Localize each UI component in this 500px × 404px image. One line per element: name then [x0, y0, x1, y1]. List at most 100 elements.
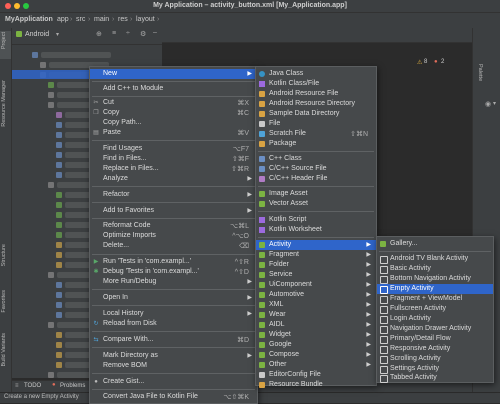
gear-icon[interactable]: ⚙	[140, 30, 146, 38]
new-menu-item-compose[interactable]: Compose ▶	[256, 350, 376, 360]
menu-item-label: Empty Activity	[390, 285, 434, 292]
new-menu-item-image-asset[interactable]: Image Asset	[256, 189, 376, 199]
build-variants-tool-tab[interactable]: Build Variants	[1, 333, 10, 367]
warning-icon[interactable]: ⚠	[417, 59, 422, 66]
activity-menu-item-fullscreen-activity[interactable]: Fullscreen Activity	[377, 304, 493, 314]
breadcrumb-item-layout[interactable]: layout	[136, 16, 155, 23]
project-view-selector[interactable]: Android	[25, 31, 49, 38]
context-menu-item-paste[interactable]: ▤ Paste ⌘V	[90, 128, 257, 138]
hide-panel-icon[interactable]: –	[153, 29, 157, 36]
breadcrumb-item-res[interactable]: res	[118, 16, 128, 23]
resource-manager-tool-tab[interactable]: Resource Manager	[1, 80, 10, 127]
context-menu-item-optimize-imports[interactable]: Optimize Imports ^⌥O	[90, 231, 257, 241]
activity-menu-item-responsive-activity[interactable]: Responsive Activity	[377, 344, 493, 354]
new-menu-item-resource-bundle[interactable]: Resource Bundle	[256, 380, 376, 390]
activity-menu-item-navigation-drawer-activity[interactable]: Navigation Drawer Activity	[377, 324, 493, 334]
context-menu-item-debug-tests-in-com-exampl[interactable]: ✱ Debug 'Tests in 'com.exampl...' ^⇧D	[90, 267, 257, 277]
breadcrumb-item-app[interactable]: app	[57, 16, 69, 23]
new-menu-item-xml[interactable]: XML ▶	[256, 300, 376, 310]
structure-tool-tab[interactable]: Structure	[1, 244, 10, 266]
context-menu-item-cut[interactable]: ✂ Cut ⌘X	[90, 98, 257, 108]
new-menu-item-editorconfig-file[interactable]: EditorConfig File	[256, 370, 376, 380]
new-menu-item-c-c-header-file[interactable]: C/C++ Header File	[256, 174, 376, 184]
new-menu-item-vector-asset[interactable]: Vector Asset	[256, 199, 376, 209]
new-menu-item-other[interactable]: Other ▶	[256, 360, 376, 370]
new-menu-item-java-class[interactable]: Java Class	[256, 69, 376, 79]
chevron-down-icon[interactable]: ▾	[493, 100, 496, 107]
context-menu-item-copy[interactable]: ❐ Copy ⌘C	[90, 108, 257, 118]
activity-menu-item-gallery[interactable]: Gallery...	[377, 239, 493, 249]
tree-node[interactable]	[41, 52, 111, 58]
kotlin-script-icon	[259, 217, 265, 223]
error-icon[interactable]: ●	[434, 59, 438, 65]
new-menu-item-file[interactable]: File	[256, 119, 376, 129]
context-menu-item-remove-bom[interactable]: Remove BOM	[90, 361, 257, 371]
new-menu-item-kotlin-script[interactable]: Kotlin Script	[256, 215, 376, 225]
new-menu-item-c-c-source-file[interactable]: C/C++ Source File	[256, 164, 376, 174]
new-menu-item-uicomponent[interactable]: UiComponent ▶	[256, 280, 376, 290]
context-menu-item-copy-path[interactable]: Copy Path...	[90, 118, 257, 128]
context-menu-item-create-gist[interactable]: ● Create Gist...	[90, 377, 257, 387]
new-menu-item-scratch-file[interactable]: Scratch File ⇧⌘N	[256, 129, 376, 139]
activity-menu-item-scrolling-activity[interactable]: Scrolling Activity	[377, 354, 493, 364]
context-menu-item-replace-in-files[interactable]: Replace in Files... ⇧⌘R	[90, 164, 257, 174]
context-menu-item-reformat-code[interactable]: Reformat Code ⌥⌘L	[90, 221, 257, 231]
collapse-all-icon[interactable]: ≡	[112, 30, 116, 37]
new-menu-item-widget[interactable]: Widget ▶	[256, 330, 376, 340]
activity-menu-item-login-activity[interactable]: Login Activity	[377, 314, 493, 324]
context-menu-item-find-usages[interactable]: Find Usages ⌥F7	[90, 144, 257, 154]
context-menu-item-analyze[interactable]: Analyze ▶	[90, 174, 257, 184]
locate-icon[interactable]: ⊕	[96, 30, 102, 38]
new-menu-item-kotlin-class-file[interactable]: Kotlin Class/File	[256, 79, 376, 89]
context-menu-item-run-tests-in-com-exampl[interactable]: ▶ Run 'Tests in 'com.exampl...' ^⇧R	[90, 257, 257, 267]
chevron-down-icon[interactable]: ▾	[56, 31, 59, 38]
new-menu-item-package[interactable]: Package	[256, 139, 376, 149]
context-menu-item-refactor[interactable]: Refactor ▶	[90, 190, 257, 200]
new-menu-item-service[interactable]: Service ▶	[256, 270, 376, 280]
context-menu-item-convert-java-file-to-kotlin-file[interactable]: Convert Java File to Kotlin File ⌥⇧⌘K	[90, 392, 257, 402]
activity-menu-item-empty-activity[interactable]: Empty Activity	[377, 284, 493, 294]
context-menu-item-mark-directory-as[interactable]: Mark Directory as ▶	[90, 351, 257, 361]
activity-menu-item-tabbed-activity[interactable]: Tabbed Activity	[377, 373, 493, 383]
new-menu-item-aidl[interactable]: AIDL ▶	[256, 320, 376, 330]
new-menu-item-android-resource-file[interactable]: Android Resource File	[256, 89, 376, 99]
submenu-arrow-icon: ▶	[366, 342, 371, 348]
todo-tool-tab[interactable]: TODO	[24, 383, 41, 389]
context-menu-item-more-run-debug[interactable]: More Run/Debug ▶	[90, 277, 257, 287]
new-menu-item-folder[interactable]: Folder ▶	[256, 260, 376, 270]
eye-icon[interactable]: ◉	[485, 100, 491, 108]
breadcrumb-item-main[interactable]: main	[94, 16, 109, 23]
expand-all-icon[interactable]: ÷	[126, 30, 130, 37]
new-menu-item-kotlin-worksheet[interactable]: Kotlin Worksheet	[256, 225, 376, 235]
context-menu-item-add-c-to-module[interactable]: Add C++ to Module	[90, 84, 257, 94]
new-menu-item-activity[interactable]: Activity ▶	[256, 240, 376, 250]
new-menu-item-sample-data-directory[interactable]: Sample Data Directory	[256, 109, 376, 119]
activity-menu-item-android-tv-blank-activity[interactable]: Android TV Blank Activity	[377, 254, 493, 264]
palette-tool-tab[interactable]: Palette	[474, 64, 483, 81]
activity-menu-item-basic-activity[interactable]: Basic Activity	[377, 264, 493, 274]
breadcrumb-item-src[interactable]: src	[76, 16, 85, 23]
new-menu-item-automotive[interactable]: Automotive ▶	[256, 290, 376, 300]
context-menu-item-local-history[interactable]: Local History ▶	[90, 309, 257, 319]
problems-tool-tab[interactable]: Problems	[60, 383, 85, 389]
context-menu-item-reload-from-disk[interactable]: ↻ Reload from Disk	[90, 319, 257, 329]
context-menu-item-open-in[interactable]: Open In ▶	[90, 293, 257, 303]
new-menu-item-c-class[interactable]: C++ Class	[256, 154, 376, 164]
breadcrumb-item-project[interactable]: MyApplication	[5, 16, 53, 23]
context-menu-item-new[interactable]: New ▶	[90, 69, 257, 79]
context-menu-item-find-in-files[interactable]: Find in Files... ⇧⌘F	[90, 154, 257, 164]
activity-menu-item-fragment-viewmodel[interactable]: Fragment + ViewModel	[377, 294, 493, 304]
favorites-tool-tab[interactable]: Favorites	[1, 290, 10, 313]
new-menu-item-wear[interactable]: Wear ▶	[256, 310, 376, 320]
project-tool-tab[interactable]: Project	[1, 32, 10, 49]
android-icon	[259, 342, 265, 348]
activity-menu-item-bottom-navigation-activity[interactable]: Bottom Navigation Activity	[377, 274, 493, 284]
activity-menu-item-primary-detail-flow[interactable]: Primary/Detail Flow	[377, 334, 493, 344]
submenu-arrow-icon: ▶	[247, 71, 252, 77]
new-menu-item-fragment[interactable]: Fragment ▶	[256, 250, 376, 260]
context-menu-item-delete[interactable]: Delete... ⌫	[90, 241, 257, 251]
new-menu-item-google[interactable]: Google ▶	[256, 340, 376, 350]
context-menu-item-compare-with[interactable]: ⇆ Compare With... ⌘D	[90, 335, 257, 345]
new-menu-item-android-resource-directory[interactable]: Android Resource Directory	[256, 99, 376, 109]
context-menu-item-add-to-favorites[interactable]: Add to Favorites ▶	[90, 206, 257, 216]
